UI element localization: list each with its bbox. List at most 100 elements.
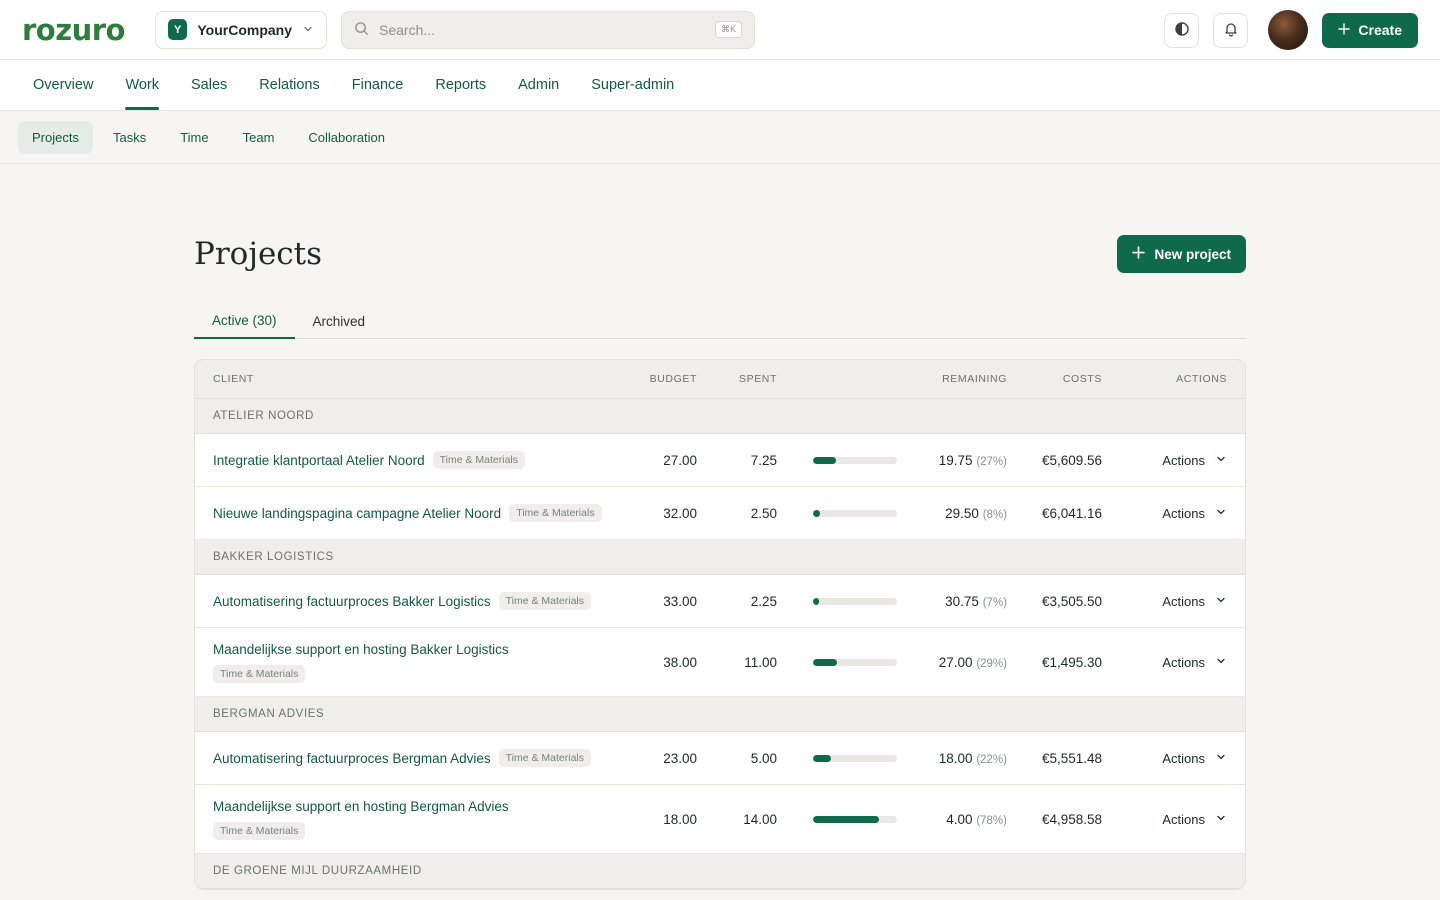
progress-fill (813, 754, 832, 762)
main-nav-finance[interactable]: Finance (336, 60, 420, 110)
table-header: CLIENT BUDGET SPENT REMAINING COSTS ACTI… (195, 360, 1245, 399)
sub-nav-collaboration[interactable]: Collaboration (294, 121, 399, 154)
billing-type-badge: Time & Materials (213, 821, 306, 840)
actions-dropdown[interactable]: Actions (1102, 812, 1245, 827)
company-switcher[interactable]: Y YourCompany (155, 10, 327, 49)
table-row: Maandelijkse support en hosting Bakker L… (195, 628, 1245, 697)
user-avatar[interactable] (1268, 10, 1309, 50)
tab-archived[interactable]: Archived (295, 304, 384, 339)
tab-active[interactable]: Active (30) (194, 304, 295, 339)
page-header: Projects New project (194, 224, 1246, 284)
table-row: Integratie klantportaal Atelier Noord Ti… (195, 434, 1245, 487)
column-header-costs[interactable]: COSTS (1007, 373, 1102, 385)
progress-fill (813, 509, 820, 517)
billing-type-badge: Time & Materials (432, 451, 526, 469)
billing-type-badge: Time & Materials (213, 664, 306, 683)
sub-nav: Projects Tasks Time Team Collaboration (0, 111, 1440, 164)
projects-page: Projects New project Active (30) Archive… (194, 224, 1246, 890)
column-header-spent[interactable]: SPENT (697, 373, 777, 385)
column-header-remaining[interactable]: REMAINING (897, 373, 1007, 385)
chevron-down-icon (1215, 751, 1227, 766)
table-row: Nieuwe landingspagina campagne Atelier N… (195, 487, 1245, 540)
progress-bar (813, 658, 897, 666)
actions-label: Actions (1162, 811, 1205, 827)
project-link[interactable]: Maandelijkse support en hosting Bakker L… (213, 642, 509, 657)
global-search[interactable]: ⌘K (341, 10, 755, 49)
budget-value: 23.00 (663, 750, 697, 766)
project-line: Automatisering factuurproces Bakker Logi… (213, 592, 635, 610)
table-row: Automatisering factuurproces Bergman Adv… (195, 732, 1245, 785)
project-link[interactable]: Maandelijkse support en hosting Bergman … (213, 799, 509, 814)
remaining-cell: 18.00 (22%) (897, 751, 1007, 766)
top-bar: rozuro Y YourCompany ⌘K Creat (0, 0, 1440, 60)
sub-nav-team[interactable]: Team (229, 121, 289, 154)
project-cell: Maandelijkse support en hosting Bergman … (195, 799, 635, 840)
main-nav-sales[interactable]: Sales (175, 60, 243, 110)
costs-value: €1,495.30 (1041, 654, 1102, 670)
page-title: Projects (194, 236, 323, 272)
spent-value: 7.25 (750, 452, 777, 468)
project-link[interactable]: Nieuwe landingspagina campagne Atelier N… (213, 506, 501, 521)
remaining-value: 18.00 (938, 750, 973, 766)
bell-icon (1223, 21, 1239, 40)
progress-bar (813, 456, 897, 464)
new-project-button[interactable]: New project (1117, 235, 1246, 273)
chevron-down-icon (1215, 594, 1227, 609)
search-input[interactable] (379, 21, 705, 38)
main-nav-admin[interactable]: Admin (502, 60, 575, 110)
sub-nav-projects[interactable]: Projects (18, 120, 93, 154)
project-link[interactable]: Automatisering factuurproces Bergman Adv… (213, 751, 491, 766)
progress-fill (813, 597, 819, 605)
actions-dropdown[interactable]: Actions (1102, 655, 1245, 670)
sub-nav-time[interactable]: Time (166, 121, 222, 154)
main-nav-reports[interactable]: Reports (419, 60, 502, 110)
project-cell: Automatisering factuurproces Bakker Logi… (195, 592, 635, 610)
budget-value: 33.00 (663, 593, 697, 609)
remaining-percent: (22%) (976, 753, 1007, 766)
spent-value: 2.25 (750, 593, 777, 609)
progress-bar (813, 509, 897, 517)
create-button[interactable]: Create (1322, 12, 1418, 48)
sub-nav-tasks[interactable]: Tasks (99, 121, 160, 154)
main-nav-work[interactable]: Work (109, 60, 175, 110)
column-header-client[interactable]: CLIENT (195, 373, 635, 385)
progress-fill (813, 815, 879, 823)
company-name: YourCompany (197, 21, 292, 38)
plus-icon (1338, 22, 1351, 38)
notifications-button[interactable] (1213, 12, 1249, 48)
budget-value: 27.00 (663, 452, 697, 468)
projects-table: CLIENT BUDGET SPENT REMAINING COSTS ACTI… (194, 359, 1246, 890)
new-project-label: New project (1154, 246, 1231, 262)
actions-dropdown[interactable]: Actions (1102, 506, 1245, 521)
main-nav-super-admin[interactable]: Super-admin (575, 60, 690, 110)
project-link[interactable]: Automatisering factuurproces Bakker Logi… (213, 594, 491, 609)
client-group-header: DE GROENE MIJL DUURZAAMHEID (195, 854, 1245, 889)
project-cell: Nieuwe landingspagina campagne Atelier N… (195, 504, 635, 522)
remaining-percent: (8%) (982, 508, 1007, 521)
costs-value: €4,958.58 (1041, 811, 1102, 827)
company-initial-badge: Y (168, 19, 188, 40)
costs-value: €3,505.50 (1041, 593, 1102, 609)
progress-cell (777, 509, 897, 517)
project-link[interactable]: Integratie klantportaal Atelier Noord (213, 453, 425, 468)
billing-type-badge: Time & Materials (498, 592, 592, 610)
column-header-budget[interactable]: BUDGET (635, 373, 697, 385)
remaining-percent: (27%) (976, 455, 1007, 468)
main-nav-overview[interactable]: Overview (17, 60, 109, 110)
actions-dropdown[interactable]: Actions (1102, 751, 1245, 766)
remaining-value: 27.00 (938, 654, 973, 670)
actions-label: Actions (1162, 750, 1205, 766)
budget-value: 18.00 (663, 811, 697, 827)
spent-value: 2.50 (750, 505, 777, 521)
actions-dropdown[interactable]: Actions (1102, 453, 1245, 468)
project-line: Automatisering factuurproces Bergman Adv… (213, 749, 635, 767)
theme-toggle-button[interactable] (1164, 12, 1200, 48)
chevron-down-icon (1215, 812, 1227, 827)
progress-fill (813, 658, 838, 666)
actions-dropdown[interactable]: Actions (1102, 594, 1245, 609)
main-nav: Overview Work Sales Relations Finance Re… (0, 60, 1440, 111)
search-shortcut-hint: ⌘K (714, 21, 742, 38)
main-nav-relations[interactable]: Relations (243, 60, 335, 110)
brand-logo[interactable]: rozuro (22, 13, 155, 47)
create-button-label: Create (1358, 22, 1402, 38)
